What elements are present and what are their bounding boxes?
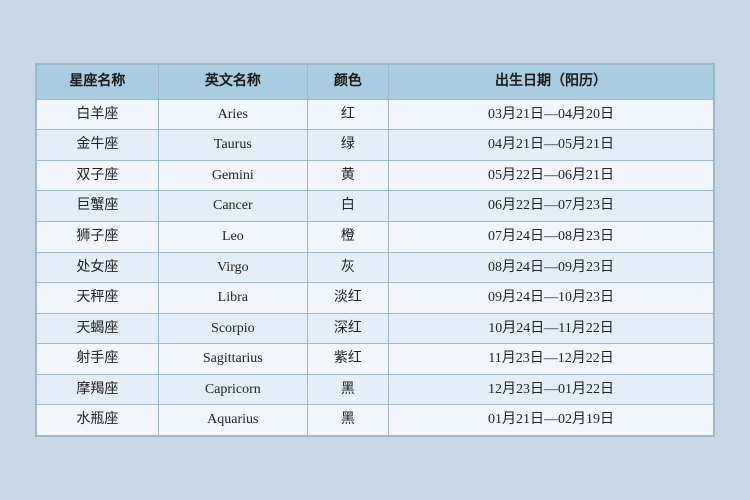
cell-chinese: 狮子座 xyxy=(37,221,159,252)
zodiac-table: 星座名称 英文名称 颜色 出生日期（阳历） 白羊座Aries红03月21日—04… xyxy=(36,64,714,436)
cell-chinese: 射手座 xyxy=(37,344,159,375)
cell-english: Taurus xyxy=(158,130,307,161)
cell-color: 黑 xyxy=(307,374,388,405)
cell-date: 04月21日—05月21日 xyxy=(389,130,714,161)
header-color: 颜色 xyxy=(307,64,388,99)
cell-chinese: 双子座 xyxy=(37,160,159,191)
cell-color: 黄 xyxy=(307,160,388,191)
table-row: 天秤座Libra淡红09月24日—10月23日 xyxy=(37,283,714,314)
cell-date: 10月24日—11月22日 xyxy=(389,313,714,344)
cell-color: 橙 xyxy=(307,221,388,252)
cell-date: 01月21日—02月19日 xyxy=(389,405,714,436)
table-row: 双子座Gemini黄05月22日—06月21日 xyxy=(37,160,714,191)
table-row: 摩羯座Capricorn黑12月23日—01月22日 xyxy=(37,374,714,405)
cell-date: 05月22日—06月21日 xyxy=(389,160,714,191)
table-row: 狮子座Leo橙07月24日—08月23日 xyxy=(37,221,714,252)
header-chinese: 星座名称 xyxy=(37,64,159,99)
cell-color: 紫红 xyxy=(307,344,388,375)
cell-english: Capricorn xyxy=(158,374,307,405)
cell-chinese: 天秤座 xyxy=(37,283,159,314)
cell-english: Scorpio xyxy=(158,313,307,344)
table-row: 处女座Virgo灰08月24日—09月23日 xyxy=(37,252,714,283)
table-row: 天蝎座Scorpio深红10月24日—11月22日 xyxy=(37,313,714,344)
cell-chinese: 处女座 xyxy=(37,252,159,283)
cell-date: 06月22日—07月23日 xyxy=(389,191,714,222)
table-row: 水瓶座Aquarius黑01月21日—02月19日 xyxy=(37,405,714,436)
cell-chinese: 天蝎座 xyxy=(37,313,159,344)
cell-date: 03月21日—04月20日 xyxy=(389,99,714,130)
cell-chinese: 白羊座 xyxy=(37,99,159,130)
cell-chinese: 巨蟹座 xyxy=(37,191,159,222)
header-date: 出生日期（阳历） xyxy=(389,64,714,99)
table-row: 巨蟹座Cancer白06月22日—07月23日 xyxy=(37,191,714,222)
cell-date: 08月24日—09月23日 xyxy=(389,252,714,283)
cell-english: Libra xyxy=(158,283,307,314)
cell-color: 淡红 xyxy=(307,283,388,314)
cell-color: 深红 xyxy=(307,313,388,344)
cell-english: Leo xyxy=(158,221,307,252)
cell-color: 白 xyxy=(307,191,388,222)
cell-chinese: 摩羯座 xyxy=(37,374,159,405)
cell-date: 09月24日—10月23日 xyxy=(389,283,714,314)
cell-chinese: 水瓶座 xyxy=(37,405,159,436)
cell-color: 绿 xyxy=(307,130,388,161)
table-row: 射手座Sagittarius紫红11月23日—12月22日 xyxy=(37,344,714,375)
table-header-row: 星座名称 英文名称 颜色 出生日期（阳历） xyxy=(37,64,714,99)
cell-english: Sagittarius xyxy=(158,344,307,375)
cell-english: Aries xyxy=(158,99,307,130)
cell-date: 07月24日—08月23日 xyxy=(389,221,714,252)
header-english: 英文名称 xyxy=(158,64,307,99)
cell-color: 灰 xyxy=(307,252,388,283)
cell-date: 11月23日—12月22日 xyxy=(389,344,714,375)
cell-color: 黑 xyxy=(307,405,388,436)
cell-english: Virgo xyxy=(158,252,307,283)
cell-date: 12月23日—01月22日 xyxy=(389,374,714,405)
cell-english: Aquarius xyxy=(158,405,307,436)
cell-english: Cancer xyxy=(158,191,307,222)
cell-english: Gemini xyxy=(158,160,307,191)
cell-color: 红 xyxy=(307,99,388,130)
table-row: 金牛座Taurus绿04月21日—05月21日 xyxy=(37,130,714,161)
table-row: 白羊座Aries红03月21日—04月20日 xyxy=(37,99,714,130)
cell-chinese: 金牛座 xyxy=(37,130,159,161)
zodiac-table-container: 星座名称 英文名称 颜色 出生日期（阳历） 白羊座Aries红03月21日—04… xyxy=(35,63,715,437)
